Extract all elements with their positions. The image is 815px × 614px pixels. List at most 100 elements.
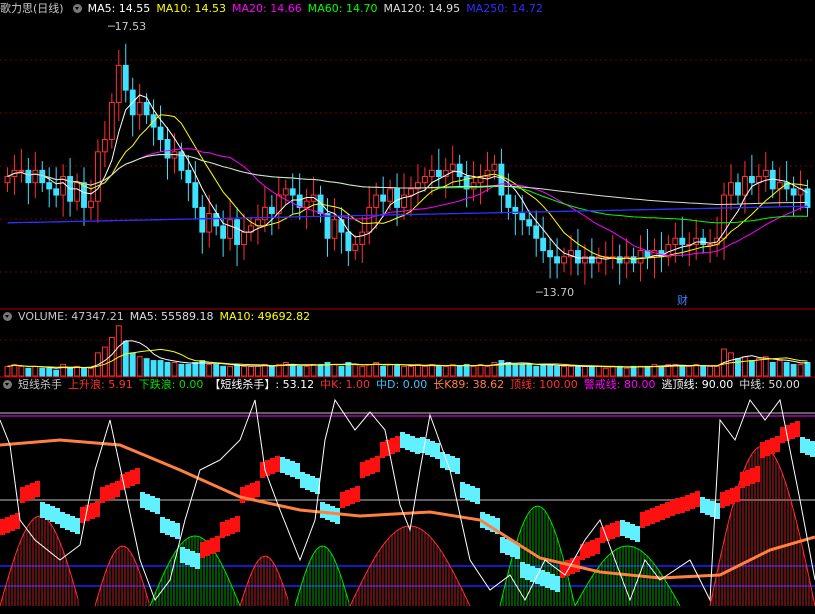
volume-bar [206, 363, 213, 377]
candle [331, 219, 338, 239]
wave-block [740, 472, 745, 488]
volume-bar [88, 367, 94, 377]
wave-block [170, 521, 175, 537]
wave-block [320, 502, 325, 518]
candle [449, 163, 456, 171]
dropdown-icon[interactable] [3, 312, 12, 321]
candle [108, 101, 115, 140]
candle [94, 151, 101, 202]
wave-block [655, 506, 660, 522]
wave-block [585, 542, 590, 558]
volume-bar [366, 363, 373, 377]
volume-bar [331, 363, 338, 377]
wave-block [635, 526, 640, 542]
wave-block [475, 488, 480, 504]
volume-bar [303, 365, 310, 377]
wave-block [805, 439, 810, 455]
candle [616, 256, 623, 264]
candle [324, 213, 331, 239]
wave-block [500, 537, 505, 553]
wave-block [130, 470, 135, 486]
wave-block [45, 504, 50, 520]
wave-block [615, 521, 620, 537]
wave-block [400, 432, 405, 448]
volume-bar [728, 352, 734, 377]
indicator-title: 短线杀手 [18, 378, 62, 391]
wave-block [575, 556, 580, 572]
candle [575, 250, 581, 264]
wave-block [300, 472, 305, 488]
wave-block [705, 499, 710, 515]
candle [234, 219, 240, 245]
volume-bar [512, 363, 519, 377]
volume-bar [157, 360, 164, 377]
price-header: 歌力思(日线) MA5: 14.55 MA10: 14.53 MA20: 14.66 M… [0, 2, 549, 16]
ind-item-1: 下跌浪: 0.00 [138, 378, 204, 391]
volume-bar [575, 365, 581, 377]
volume-bar [602, 367, 609, 377]
wave-block [295, 463, 300, 479]
wave-block [425, 439, 430, 455]
volume-bar [46, 367, 53, 377]
candle [554, 256, 561, 264]
wave-block [550, 574, 555, 590]
volume-bar [11, 363, 18, 377]
wave-block [65, 514, 70, 530]
candle [220, 225, 227, 239]
candle [289, 188, 296, 196]
volume-bar [338, 365, 345, 377]
wave-block [680, 497, 685, 513]
wave-block [100, 487, 105, 503]
candle [630, 256, 637, 264]
wave-block [365, 460, 370, 476]
wave-block [405, 434, 410, 450]
volume-bar [609, 365, 616, 377]
high-price-label: ─17.53 [107, 20, 146, 33]
wave-block [540, 570, 545, 586]
volume-bar [129, 352, 136, 377]
candle [88, 200, 94, 208]
candle [352, 243, 359, 252]
wave-block [50, 506, 55, 522]
wave-block [140, 492, 145, 508]
volume-bar [595, 365, 602, 377]
stock-chart[interactable]: ─17.53 ─13.70 财 [0, 0, 815, 614]
volume-bar [4, 365, 11, 377]
vol-ma5-label: MA5: 55589.18 [129, 310, 214, 323]
volume-bar [394, 363, 400, 377]
volume-bar [776, 360, 783, 377]
volume-bar [25, 367, 32, 377]
ma10-label: MA10: 14.53 [156, 2, 227, 15]
volume-bar [554, 365, 561, 377]
low-price-label: ─13.70 [535, 286, 574, 299]
volume-bar [81, 367, 87, 377]
wave-block [545, 572, 550, 588]
wave-block [775, 436, 780, 452]
candle [373, 194, 380, 208]
ind-item-0: 上升浪: 5.91 [68, 378, 133, 391]
ma10-line [7, 114, 808, 260]
dropdown-icon[interactable] [3, 380, 12, 389]
wave-block [235, 516, 240, 532]
dropdown-icon[interactable] [72, 4, 82, 13]
wave-block [280, 457, 285, 473]
volume-bar [790, 363, 797, 377]
ma20-line [7, 148, 808, 256]
volume-bar [122, 340, 129, 377]
wave-block [800, 437, 805, 453]
volume-bar [755, 358, 762, 377]
wave-block [165, 519, 170, 535]
wave-block [390, 438, 395, 454]
wave-block [5, 517, 10, 533]
candle [268, 206, 275, 215]
volume-bar [380, 365, 387, 377]
wave-block [180, 547, 185, 563]
wave-block [310, 476, 315, 492]
volume-bar [679, 365, 686, 377]
wave-block [285, 459, 290, 475]
candle [380, 194, 387, 202]
wave-block [470, 486, 475, 502]
wave-block [30, 483, 35, 499]
wave-block [455, 458, 460, 474]
candle [679, 237, 686, 245]
